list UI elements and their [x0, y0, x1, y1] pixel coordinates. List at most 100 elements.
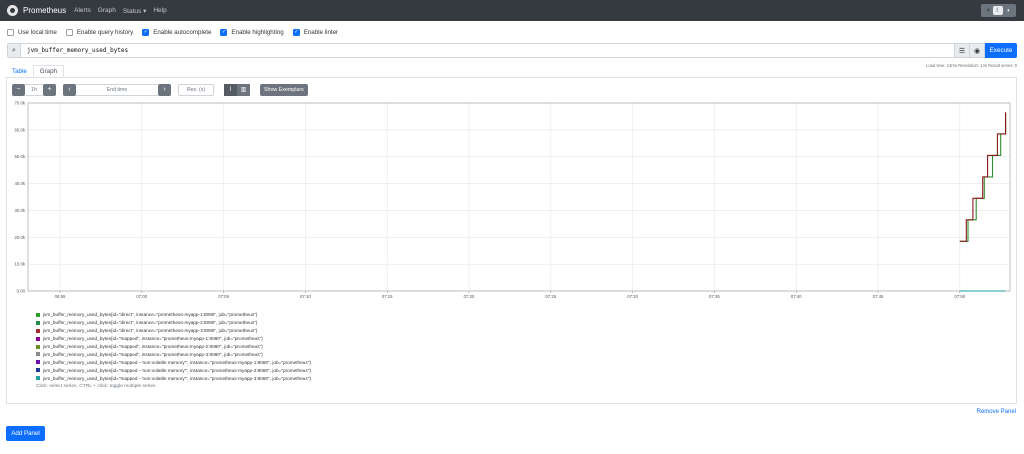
- query-options: Use local time Enable query history ✓ En…: [7, 28, 347, 37]
- option-linter[interactable]: ✓ Enable linter: [292, 29, 339, 36]
- legend-item[interactable]: jvm_buffer_memory_used_bytes {id="direct"…: [36, 319, 311, 327]
- x-tick-label: 07:50: [954, 294, 965, 299]
- end-time-input[interactable]: End time: [76, 83, 158, 96]
- legend-swatch: [36, 352, 40, 357]
- y-tick-label: 70.0k: [14, 101, 25, 106]
- panel-tabs: Table Graph: [6, 65, 64, 77]
- legend-labels: {id="mapped - 'non-volatile memory'", in…: [110, 367, 311, 373]
- legend-metric: jvm_buffer_memory_used_bytes: [43, 351, 111, 357]
- legend-metric: jvm_buffer_memory_used_bytes: [43, 375, 111, 381]
- range-input[interactable]: 1h: [25, 83, 43, 96]
- format-expression-button[interactable]: ◉: [970, 43, 985, 58]
- legend-item[interactable]: jvm_buffer_memory_used_bytes {id="mapped …: [36, 374, 311, 382]
- dark-theme-icon[interactable]: ☾: [993, 6, 1004, 15]
- legend-metric: jvm_buffer_memory_used_bytes: [43, 344, 111, 349]
- checkbox-query-history[interactable]: [65, 29, 73, 36]
- x-tick-label: 07:40: [791, 294, 802, 299]
- navbar: Prometheus Alerts Graph Status ▾ Help ☀ …: [0, 0, 1024, 21]
- legend-swatch: [36, 376, 40, 381]
- previous-time-button[interactable]: ‹: [63, 83, 76, 96]
- graph-controls: − 1h + ‹ End time › Res. (s) ⌇ ▥ Show Ex…: [12, 83, 308, 96]
- graph-legend: jvm_buffer_memory_used_bytes {id="direct"…: [36, 311, 311, 389]
- x-tick-label: 07:00: [136, 294, 147, 299]
- legend-labels: {id="mapped", instance="prometheus-myapp…: [110, 351, 263, 357]
- checkbox-autocomplete[interactable]: ✓: [142, 29, 150, 36]
- legend-labels: {id="mapped - 'non-volatile memory'", in…: [110, 375, 311, 381]
- plot-frame: [27, 102, 1011, 292]
- legend-metric: jvm_buffer_memory_used_bytes: [43, 312, 111, 318]
- option-label: Enable highlighting: [231, 29, 284, 36]
- prometheus-logo-icon[interactable]: [7, 5, 18, 16]
- legend-swatch: [36, 368, 40, 373]
- y-tick-label: 10.0k: [14, 262, 25, 267]
- legend-item[interactable]: jvm_buffer_memory_used_bytes {id="mapped …: [36, 366, 311, 374]
- legend-swatch: [36, 360, 40, 365]
- y-tick-label: 40.0k: [14, 181, 25, 186]
- decrease-range-button[interactable]: −: [12, 83, 25, 96]
- checkbox-linter[interactable]: ✓: [292, 29, 300, 36]
- graph-chart[interactable]: 0.00 10.0k 20.0k 30.0k 40.0k 50.0k 60.0k 70.0k 0…: [7, 98, 1018, 303]
- series-line: [959, 112, 1007, 242]
- option-highlighting[interactable]: ✓ Enable highlighting: [220, 29, 284, 36]
- legend-swatch: [36, 312, 40, 317]
- unstacked-chart-icon[interactable]: ⌇: [224, 83, 237, 96]
- resolution-input[interactable]: Res. (s): [178, 83, 214, 96]
- light-theme-icon[interactable]: ☀: [983, 6, 993, 15]
- query-stats: Load time: 13ms Resolution: 14s Result s…: [925, 63, 1017, 68]
- remove-panel-link[interactable]: Remove Panel: [977, 409, 1016, 415]
- legend-item[interactable]: jvm_buffer_memory_used_bytes {id="direct"…: [36, 327, 311, 335]
- tab-graph[interactable]: Graph: [32, 65, 64, 77]
- add-panel-button[interactable]: Add Panel: [6, 426, 45, 441]
- legend-metric: jvm_buffer_memory_used_bytes: [43, 367, 111, 373]
- x-tick-label: 06:55: [55, 294, 66, 299]
- show-exemplars-button[interactable]: Show Exemplars: [260, 83, 308, 96]
- option-query-history[interactable]: Enable query history: [65, 29, 133, 36]
- tab-table[interactable]: Table: [6, 65, 33, 77]
- legend-metric: jvm_buffer_memory_used_bytes: [43, 359, 111, 365]
- y-tick-label: 20.0k: [14, 235, 25, 240]
- option-label: Use local time: [18, 29, 57, 36]
- legend-hint: Click: select series, CTRL + click: togg…: [36, 384, 156, 390]
- legend-item[interactable]: jvm_buffer_memory_used_bytes {id="mapped …: [36, 358, 311, 366]
- y-tick-label: 60.0k: [14, 127, 25, 132]
- nav-link-status[interactable]: Status ▾: [123, 7, 147, 15]
- x-tick-label: 07:05: [218, 294, 229, 299]
- option-autocomplete[interactable]: ✓ Enable autocomplete: [142, 29, 211, 36]
- y-tick-label: 50.0k: [14, 154, 25, 159]
- query-row: ⌕ jvm_buffer_memory_used_bytes ☰ ◉ Execu…: [7, 43, 1017, 58]
- increase-range-button[interactable]: +: [43, 83, 56, 96]
- stacked-chart-icon[interactable]: ▥: [237, 83, 250, 96]
- legend-metric: jvm_buffer_memory_used_bytes: [43, 328, 111, 334]
- legend-item[interactable]: jvm_buffer_memory_used_bytes {id="mapped"…: [36, 335, 311, 343]
- y-tick-label: 0.00: [17, 289, 26, 294]
- x-tick-label: 07:30: [627, 294, 638, 299]
- checkbox-local-time[interactable]: [7, 29, 14, 36]
- legend-labels: {id="direct", instance="prometheus-myapp…: [110, 328, 258, 334]
- stack-toggle: ⌇ ▥: [224, 83, 250, 96]
- option-local-time[interactable]: Use local time: [7, 29, 57, 36]
- nav-link-graph[interactable]: Graph: [98, 7, 116, 14]
- legend-labels: {id="mapped", instance="prometheus-myapp…: [110, 344, 263, 349]
- metrics-explorer-button[interactable]: ☰: [955, 43, 970, 58]
- expression-input[interactable]: jvm_buffer_memory_used_bytes: [21, 43, 955, 58]
- next-time-button[interactable]: ›: [158, 83, 171, 96]
- auto-theme-icon[interactable]: ◐: [1004, 6, 1014, 15]
- execute-button[interactable]: Execute: [985, 43, 1017, 58]
- legend-item[interactable]: jvm_buffer_memory_used_bytes {id="direct"…: [36, 311, 311, 319]
- legend-item[interactable]: jvm_buffer_memory_used_bytes {id="mapped"…: [36, 343, 311, 351]
- search-icon: ⌕: [7, 43, 21, 58]
- y-tick-label: 30.0k: [14, 208, 25, 213]
- brand-link[interactable]: Prometheus: [23, 6, 66, 15]
- legend-metric: jvm_buffer_memory_used_bytes: [43, 320, 111, 326]
- option-label: Enable linter: [303, 29, 339, 36]
- checkbox-highlighting[interactable]: ✓: [220, 29, 228, 36]
- legend-labels: {id="direct", instance="prometheus-myapp…: [110, 312, 258, 318]
- legend-swatch: [36, 328, 40, 333]
- nav-link-help[interactable]: Help: [153, 7, 166, 14]
- x-tick-label: 07:25: [545, 294, 556, 299]
- legend-labels: {id="mapped", instance="prometheus-myapp…: [110, 336, 263, 342]
- legend-item[interactable]: jvm_buffer_memory_used_bytes {id="mapped"…: [36, 350, 311, 358]
- x-tick-label: 07:45: [873, 294, 884, 299]
- legend-labels: {id="direct", instance="prometheus-myapp…: [110, 320, 258, 326]
- nav-link-alerts[interactable]: Alerts: [74, 7, 91, 14]
